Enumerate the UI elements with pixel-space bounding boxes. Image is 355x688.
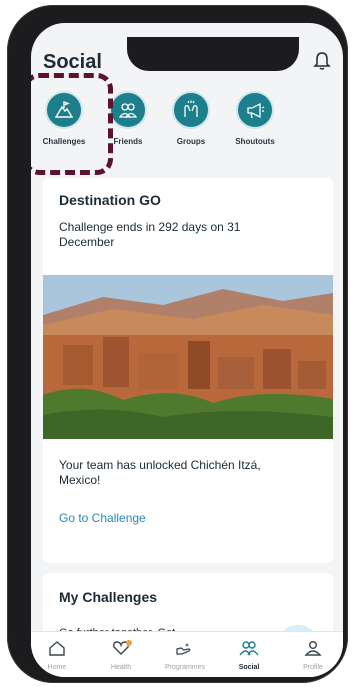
notch	[127, 37, 299, 71]
people-icon	[239, 641, 259, 656]
nav-social[interactable]: Social	[223, 640, 275, 671]
nav-profile[interactable]: Profile	[287, 640, 339, 671]
challenge-card[interactable]: Destination GO Challenge ends in 292 day…	[43, 178, 333, 563]
destination-image	[43, 275, 333, 439]
nav-label: Home	[47, 664, 67, 671]
category-shoutouts[interactable]: Shoutouts	[224, 91, 286, 146]
home-icon	[49, 641, 65, 656]
screen: Social Challenges Friends Groups Shoutou…	[31, 23, 343, 677]
card-title: Destination GO	[59, 192, 161, 208]
high-five-icon	[172, 91, 210, 129]
nav-label: Health	[110, 664, 132, 671]
friends-icon	[109, 91, 147, 129]
category-groups[interactable]: Groups	[160, 91, 222, 146]
unlock-message: Your team has unlocked Chichén Itzá, Mex…	[59, 458, 261, 487]
phone-frame: Social Challenges Friends Groups Shoutou…	[7, 5, 348, 683]
nav-label: Social	[238, 664, 260, 671]
category-label: Groups	[176, 137, 206, 146]
nav-label: Profile	[303, 664, 323, 671]
notification-dot	[126, 640, 132, 646]
megaphone-icon	[236, 91, 274, 129]
nav-programmes[interactable]: Programmes	[159, 640, 211, 671]
nav-home[interactable]: Home	[31, 640, 83, 671]
category-label: Shoutouts	[235, 137, 275, 146]
nav-label: Programmes	[164, 664, 206, 671]
highlight-box	[31, 73, 113, 175]
nav-health[interactable]: Health	[95, 640, 147, 671]
hand-stars-icon	[176, 643, 191, 655]
page-title: Social	[43, 51, 102, 73]
challenge-end-text: Challenge ends in 292 days on 31 Decembe…	[59, 220, 241, 249]
bottom-nav: Home Health Programmes Social Profile	[31, 631, 343, 677]
go-to-challenge-link[interactable]: Go to Challenge	[59, 511, 146, 525]
section-title: My Challenges	[59, 589, 158, 605]
bell-icon[interactable]	[313, 51, 331, 71]
person-icon	[304, 641, 322, 656]
